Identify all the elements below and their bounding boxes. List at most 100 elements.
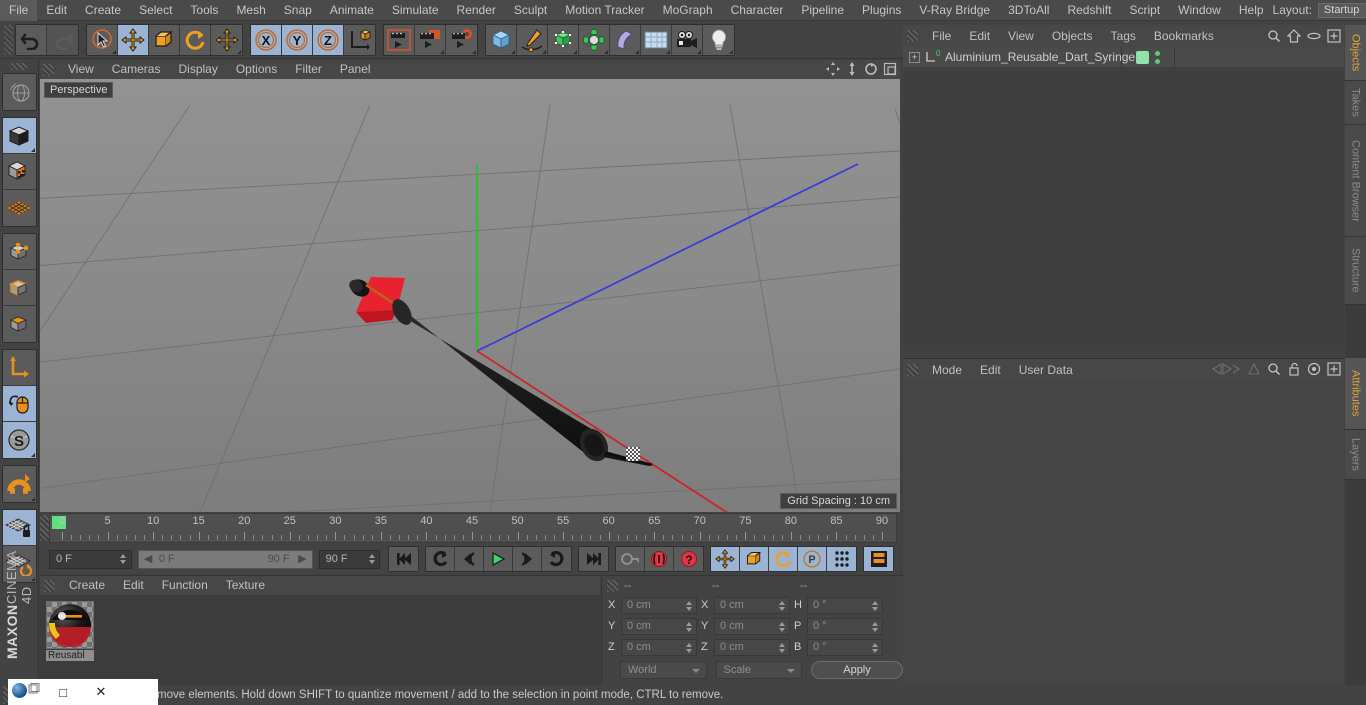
add-deformer-button[interactable] [579,24,610,55]
rotation-h-field[interactable]: 0 ° [807,596,883,614]
point-level-animation-button[interactable] [827,547,857,571]
live-selection-button[interactable] [87,24,118,55]
apply-button[interactable]: Apply [811,661,903,679]
axis-modify-button[interactable] [2,350,36,386]
add-generator-button[interactable] [548,24,579,55]
spinner-icon[interactable] [685,621,692,635]
objects-menu-view[interactable]: View [999,25,1043,47]
max-frame-field[interactable]: 90 F [318,549,381,569]
coordinates-grip[interactable] [607,579,618,592]
redo-button[interactable] [47,24,78,55]
menu-item-vray-bridge[interactable]: V-Ray Bridge [910,0,999,21]
undo-button[interactable] [16,24,47,55]
plus-box-icon[interactable] [1327,29,1341,46]
menu-item-tools[interactable]: Tools [181,0,227,21]
pan-icon[interactable] [826,62,840,79]
record-active-objects-button[interactable] [616,547,646,571]
preview-range-left-arrow[interactable]: ◀ [144,551,152,568]
rotate-view-icon[interactable] [864,62,878,79]
material-menu-texture[interactable]: Texture [217,576,274,595]
layout-select[interactable]: Startup [1317,2,1366,18]
preview-range-right-arrow[interactable]: ▶ [298,551,306,568]
points-mode-button[interactable] [2,234,36,270]
menu-item-redshift[interactable]: Redshift [1058,0,1120,21]
material-menu-create[interactable]: Create [60,576,114,595]
objects-grip[interactable] [907,30,918,42]
menu-item-snap[interactable]: Snap [275,0,321,21]
plus-box-icon[interactable] [1327,362,1341,379]
spinner-icon[interactable] [685,642,692,656]
size-z-field[interactable]: 0 cm [714,638,790,656]
vtab-attributes[interactable]: Attributes [1345,358,1366,430]
attributes-menu-edit[interactable]: Edit [971,359,1010,381]
edges-mode-button[interactable] [2,270,36,306]
home-icon[interactable] [1286,29,1302,46]
menu-item-mograph[interactable]: MoGraph [654,0,722,21]
spinner-icon[interactable] [871,600,878,614]
viewport-menu-filter[interactable]: Filter [286,60,331,79]
viewport-menu-view[interactable]: View [59,60,103,79]
vtab-content-browser[interactable]: Content Browser [1345,125,1366,237]
search-icon[interactable] [1267,29,1281,46]
ellipse-icon[interactable] [1307,29,1321,46]
objects-menu-file[interactable]: File [923,25,960,47]
spinner-icon[interactable] [368,553,375,567]
polygons-mode-button[interactable] [2,306,36,342]
menu-item-sculpt[interactable]: Sculpt [505,0,556,21]
attributes-grip[interactable] [907,364,918,376]
x-axis-lock-button[interactable]: X [251,24,282,55]
add-bend-button[interactable] [610,24,641,55]
target-icon[interactable] [1307,362,1321,379]
restore-button[interactable]: □ [44,685,82,700]
menu-item-motion-tracker[interactable]: Motion Tracker [556,0,653,21]
object-tag-cell-empty[interactable] [1174,47,1227,67]
attributes-menu-user-data[interactable]: User Data [1010,359,1082,381]
nav-back-icon[interactable] [1211,362,1241,379]
add-spline-button[interactable] [517,24,548,55]
preview-range-slider[interactable]: ◀ 0 F 90 F ▶ [137,549,313,569]
step-back-button[interactable] [455,547,485,571]
go-to-previous-key-button[interactable] [426,547,456,571]
keyframe-selection-button[interactable]: ? [674,547,704,571]
position-x-field[interactable]: 0 cm [621,596,697,614]
viewport-menu-panel[interactable]: Panel [331,60,380,79]
lock-open-icon[interactable] [1287,362,1301,379]
spinner-icon[interactable] [120,553,127,567]
close-button[interactable]: ✕ [82,684,120,700]
add-camera-button[interactable] [672,24,703,55]
texture-mode-button[interactable] [2,154,36,190]
left-toolbar-grip[interactable] [11,63,27,70]
toolbar-grip[interactable] [4,24,13,55]
rotation-key-button[interactable] [769,547,799,571]
material-list[interactable]: Reusabl [40,595,600,686]
autokeying-button[interactable] [645,547,675,571]
menu-item-file[interactable]: File [0,0,38,21]
timeline-ruler[interactable]: 0 5 10 15 20 25 30 35 40 45 50 55 60 65 70 75 80 85 90 [49,513,897,543]
undo-view-button[interactable] [2,74,36,110]
position-y-field[interactable]: 0 cm [621,617,697,635]
spinner-icon[interactable] [685,600,692,614]
visibility-dots-icon[interactable] [1155,50,1160,64]
menu-item-pipeline[interactable]: Pipeline [792,0,853,21]
timeline-view-button[interactable] [864,547,894,571]
vtab-takes[interactable]: Takes [1345,81,1366,125]
y-axis-lock-button[interactable]: Y [282,24,313,55]
scale-key-button[interactable] [740,547,770,571]
rotation-b-field[interactable]: 0 ° [807,638,883,656]
maximize-view-icon[interactable] [883,62,897,79]
menu-item-edit[interactable]: Edit [37,0,76,21]
objects-menu-objects[interactable]: Objects [1043,25,1102,47]
vtab-layers[interactable]: Layers [1345,430,1366,480]
workplane-mode-button[interactable] [2,190,36,226]
coordinate-system-dropdown[interactable]: World [620,661,707,679]
viewport-menu-cameras[interactable]: Cameras [103,60,170,79]
menu-item-3dtoall[interactable]: 3DToAll [999,0,1058,21]
viewport-grip[interactable] [43,63,54,76]
attributes-menu-mode[interactable]: Mode [923,359,971,381]
go-to-next-key-button[interactable] [542,547,572,571]
rotate-button[interactable] [180,24,211,55]
step-forward-button[interactable] [513,547,543,571]
menu-item-plugins[interactable]: Plugins [853,0,910,21]
vtab-structure[interactable]: Structure [1345,237,1366,305]
menu-item-window[interactable]: Window [1169,0,1230,21]
